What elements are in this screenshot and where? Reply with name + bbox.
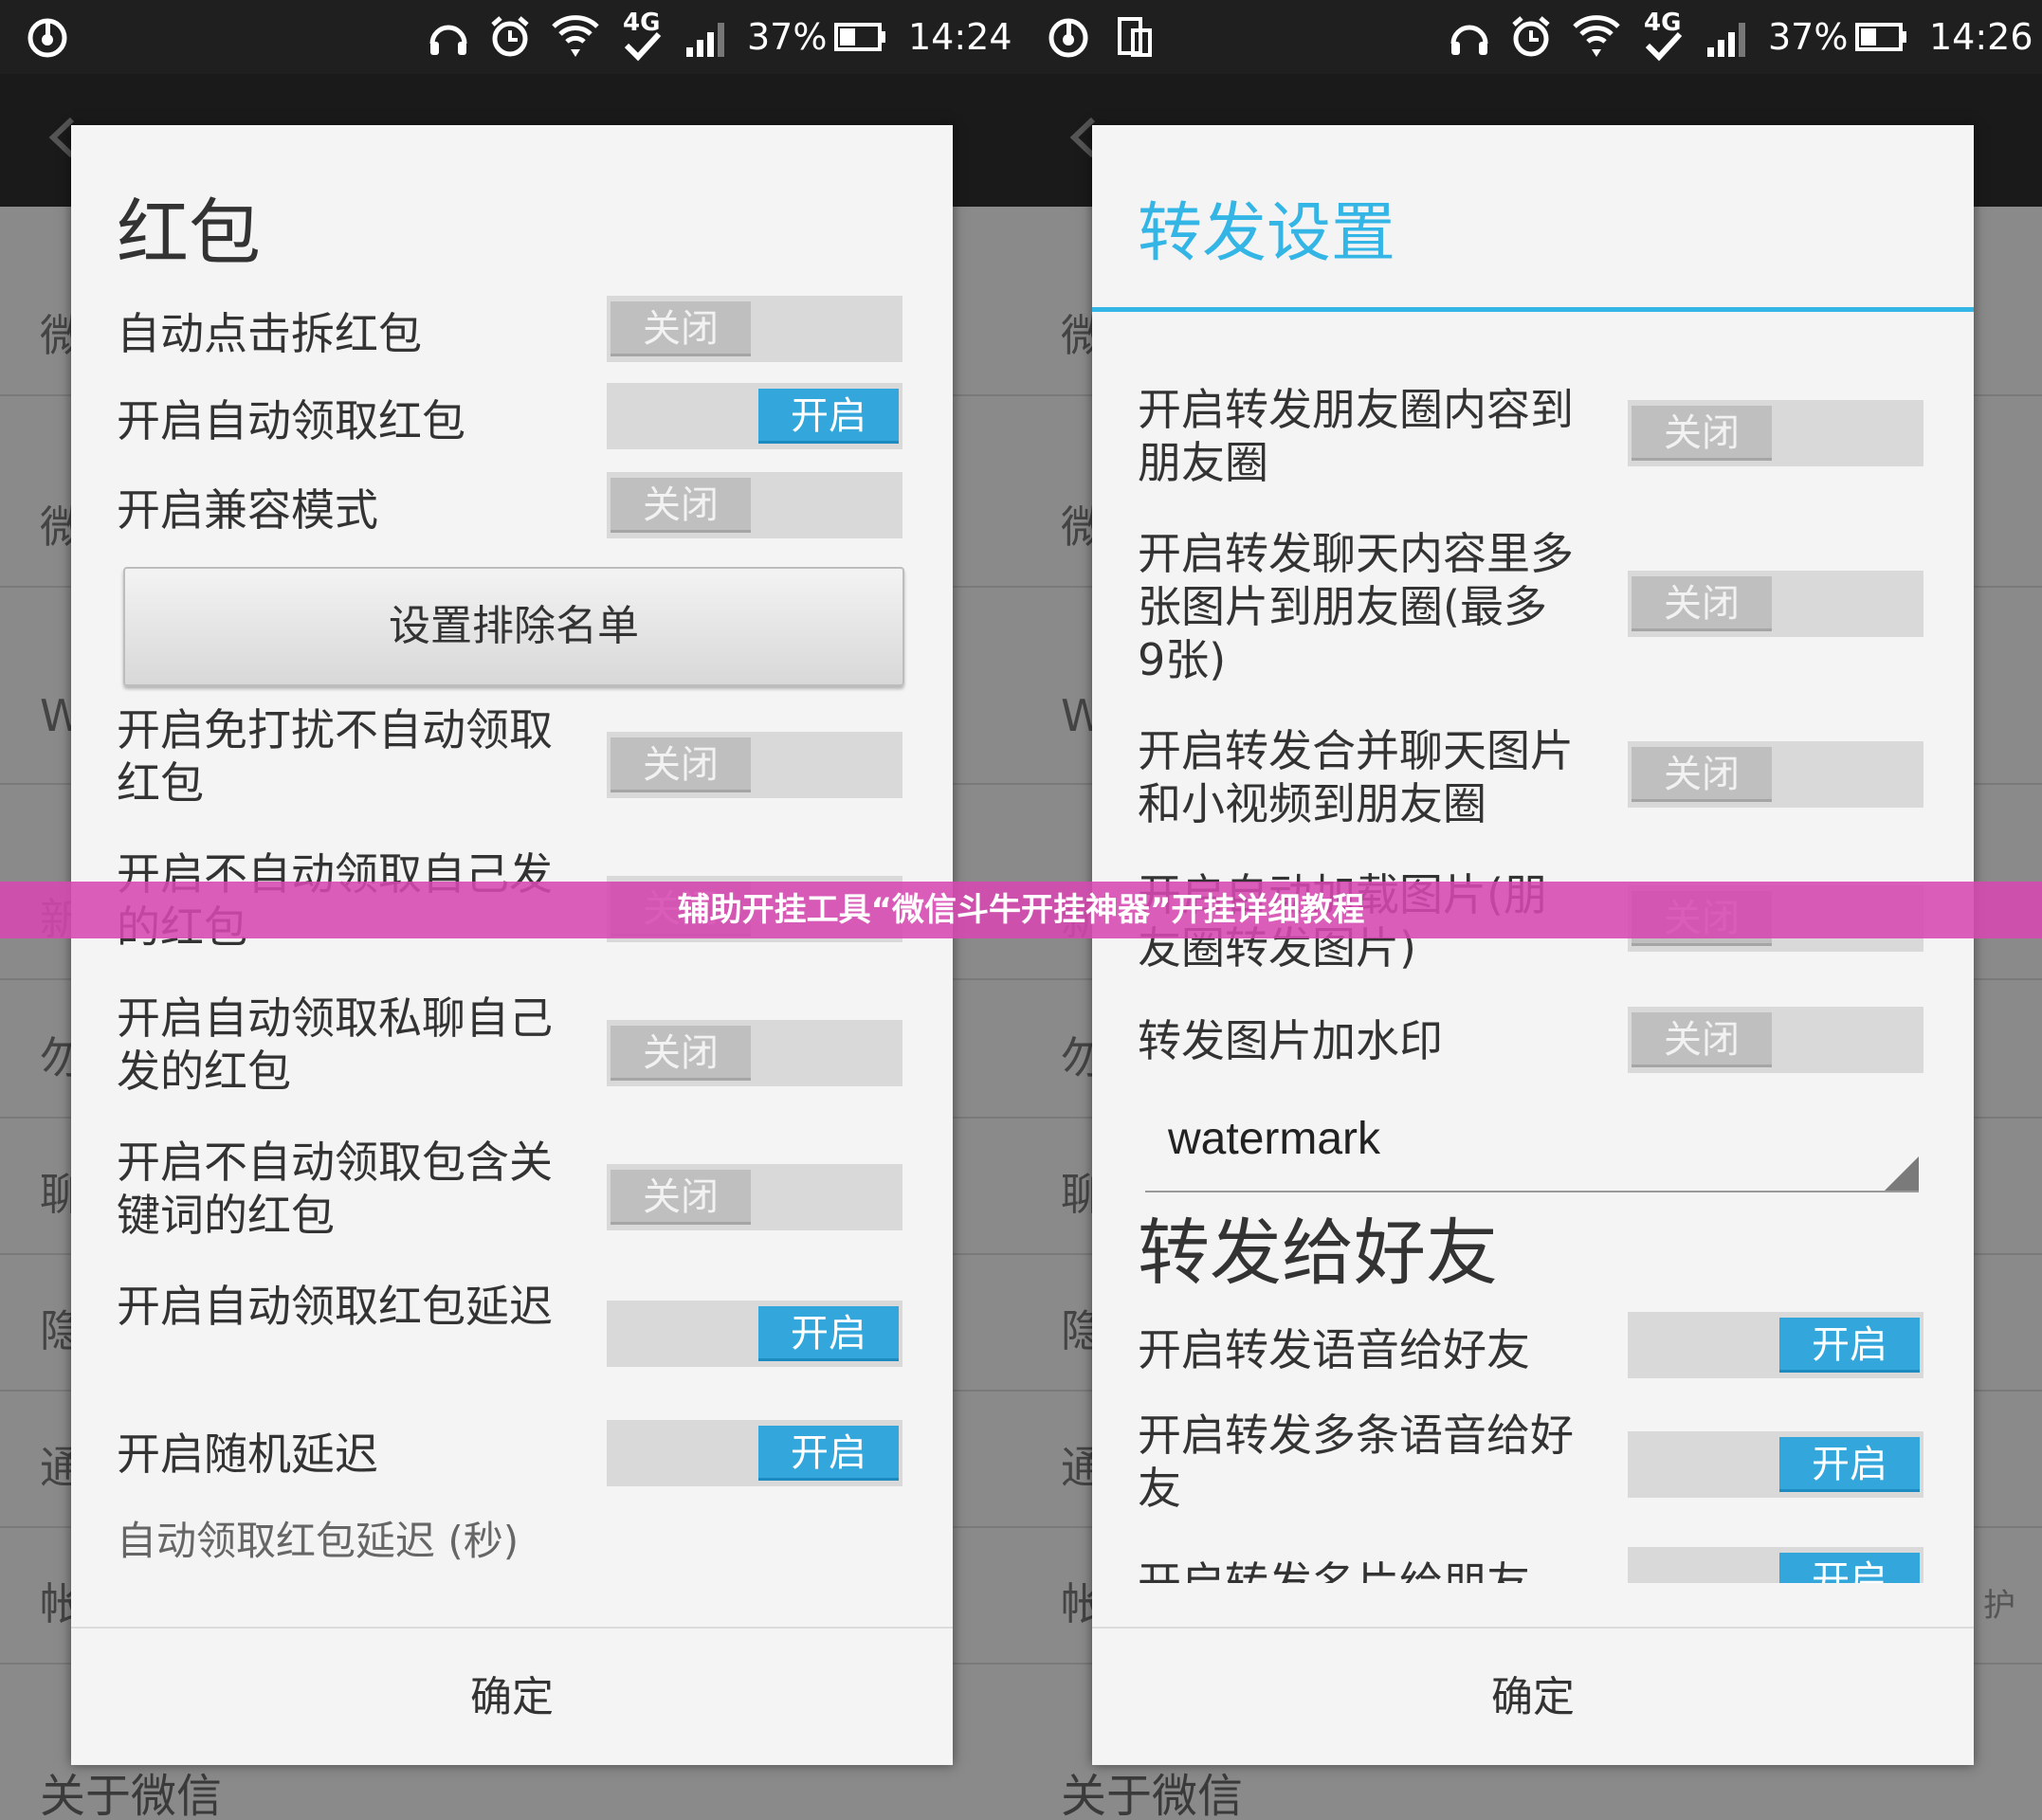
status-bar: 4G 37% 14:26 [1021,0,2042,74]
toggle-switch[interactable]: 开启 [1628,1312,1923,1378]
toggle-switch[interactable]: 开启 [1628,1431,1923,1498]
toggle-knob: 开启 [758,1426,899,1481]
list-item-right-text: 护 [1983,1587,2015,1625]
dialog-footer: 确定 [71,1627,953,1765]
wifi-icon [552,15,599,57]
toggle-switch[interactable]: 关闭 [1628,571,1923,637]
setting-label: 开启兼容模式 [117,484,378,536]
toggle-switch[interactable]: 开启 [607,383,902,449]
screen-rotate-icon [1118,17,1152,57]
setting-label: 开启转发语音给好友 [1138,1324,1530,1375]
promo-banner: 辅助开挂工具“微信斗牛开挂神器”开挂详细教程 [0,882,2042,938]
input-corner-icon [1885,1156,1919,1191]
forward-settings-dialog: 转发设置 开启转发朋友圈内容到朋友圈 关闭 开启转发聊天内容里多张图片到朋友圈(… [1092,125,1974,1765]
toggle-knob: 关闭 [611,478,751,533]
setting-label: 开启转发多条语音给好友 [1138,1410,1574,1514]
4g-icon: 4G [623,9,662,62]
headphones-icon [429,25,467,55]
toggle-knob: 开启 [758,1306,899,1361]
alarm-icon [1512,16,1550,57]
ok-button[interactable]: 确定 [1092,1629,1974,1765]
setting-label: 自动点击拆红包 [117,308,422,359]
toggle-knob: 关闭 [611,301,751,356]
battery-icon [1855,23,1906,51]
toggle-knob: 关闭 [611,737,751,792]
delay-seconds-label: 自动领取红包延迟 (秒) [117,1518,520,1564]
setting-label: 开启自动领取私聊自己发的红包 [117,992,553,1097]
clock: 14:26 [1929,16,2033,58]
scroll-content[interactable]: 开启转发朋友圈内容到朋友圈 关闭 开启转发聊天内容里多张图片到朋友圈(最多9张)… [1092,125,1974,1583]
battery-icon [834,23,885,51]
dialog-title: 红包 [117,191,261,275]
app-notification-icon [1048,18,1088,58]
toggle-switch[interactable]: 关闭 [607,732,902,798]
toggle-switch[interactable]: 关闭 [607,1164,902,1230]
svg-text:4G: 4G [623,9,660,37]
about-wechat-item[interactable]: 关于微信 [40,1758,222,1820]
toggle-switch[interactable]: 开启 [1628,1547,1923,1583]
setting-label: 开启转发合并聊天图片和小视频到朋友圈 [1138,725,1574,829]
toggle-knob: 关闭 [611,1170,751,1225]
toggle-knob: 关闭 [1632,747,1772,802]
alarm-icon [491,16,529,57]
setting-label: 开启随机延迟 [117,1429,378,1480]
svg-text:4G: 4G [1644,9,1681,37]
toggle-knob: 关闭 [1632,406,1772,461]
setting-label: 开启自动领取红包 [117,395,465,446]
toggle-knob: 开启 [1779,1318,1920,1373]
setting-label: 开启转发名片给朋友 [1138,1557,1530,1583]
setting-label: 开启转发聊天内容里多张图片到朋友圈(最多9张) [1138,528,1574,685]
signal-icon [1707,23,1745,57]
signal-icon [686,23,724,57]
toggle-switch[interactable]: 开启 [607,1420,902,1486]
toggle-knob: 关闭 [611,1026,751,1081]
red-packet-dialog: 红包 自动点击拆红包 关闭 开启自动领取红包 开启 开启兼容模式 关闭 设置排除… [71,125,953,1765]
dialog-footer: 确定 [1092,1627,1974,1765]
setting-label: 转发图片加水印 [1138,1015,1443,1066]
toggle-knob: 开启 [758,389,899,444]
setting-label: 开启免打扰不自动领取红包 [117,704,553,809]
about-wechat-item[interactable]: 关于微信 [1061,1758,1243,1820]
setting-label: 开启不自动领取包含关键词的红包 [117,1137,553,1241]
set-exclude-list-button[interactable]: 设置排除名单 [123,567,904,686]
toggle-switch[interactable]: 关闭 [607,296,902,362]
ok-button[interactable]: 确定 [71,1629,953,1765]
toggle-switch[interactable]: 关闭 [607,472,902,538]
toggle-switch[interactable]: 关闭 [1628,400,1923,466]
watermark-input[interactable]: watermark [1145,1101,1919,1192]
status-bar: 4G 37% 14:24 [0,0,1021,74]
setting-label: 开启自动领取红包延迟 [117,1281,553,1332]
toggle-knob: 关闭 [1632,1012,1772,1067]
setting-label: 开启转发朋友圈内容到朋友圈 [1138,384,1574,488]
watermark-value: watermark [1168,1114,1381,1164]
toggle-knob: 关闭 [1632,576,1772,631]
section-title-forward-friends: 转发给好友 [1138,1210,1498,1295]
toggle-switch[interactable]: 关闭 [1628,741,1923,808]
toggle-switch[interactable]: 关闭 [607,1020,902,1086]
app-notification-icon [27,18,67,58]
headphones-icon [1450,25,1488,55]
4g-icon: 4G [1644,9,1683,62]
clock: 14:24 [908,16,1012,58]
toggle-switch[interactable]: 开启 [607,1301,902,1367]
wifi-icon [1573,15,1620,57]
battery-percent: 37% [1768,16,1849,58]
toggle-knob: 开启 [1779,1553,1920,1583]
toggle-switch[interactable]: 关闭 [1628,1007,1923,1073]
toggle-knob: 开启 [1779,1437,1920,1492]
battery-percent: 37% [747,16,828,58]
